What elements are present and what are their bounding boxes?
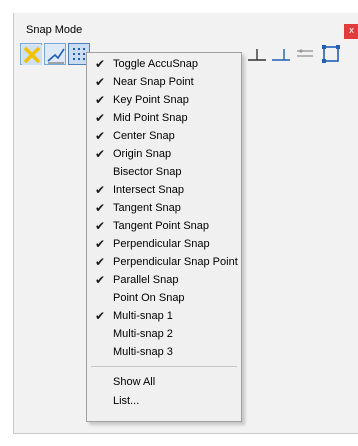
menu-item-label: Parallel Snap <box>113 274 179 286</box>
menu-item-label: Tangent Point Snap <box>113 220 210 232</box>
menu-item-show-all[interactable]: Show All <box>87 373 241 391</box>
check-icon: ✔ <box>95 111 106 125</box>
check-icon: ✔ <box>95 129 106 143</box>
close-button[interactable]: x <box>344 24 358 39</box>
check-icon: ✔ <box>95 309 106 323</box>
check-icon: ✔ <box>95 237 106 251</box>
menu-item-label: Perpendicular Snap Point <box>113 256 238 268</box>
perpendicular-point-snap-button[interactable] <box>270 43 292 65</box>
check-icon: ✔ <box>95 93 106 107</box>
menu-item-label: Tangent Snap <box>113 202 181 214</box>
menu-item-label: Multi-snap 3 <box>113 346 173 358</box>
parallel-snap-button[interactable] <box>294 43 316 65</box>
parallel-icon <box>297 49 313 57</box>
check-icon: ✔ <box>95 219 106 233</box>
window-title: Snap Mode <box>26 24 83 36</box>
menu-item-mid-point-snap[interactable]: ✔ Mid Point Snap <box>87 109 241 127</box>
menu-item-label: Show All <box>113 376 156 388</box>
check-icon: ✔ <box>95 273 106 287</box>
check-icon <box>95 289 105 307</box>
title-bar[interactable]: Snap Mode x <box>14 21 358 41</box>
snap-context-menu: ✔ Toggle AccuSnap ✔ Near Snap Point ✔ Ke… <box>86 52 242 422</box>
menu-item-perpendicular-snap[interactable]: ✔ Perpendicular Snap <box>87 235 241 253</box>
check-icon <box>95 343 105 361</box>
menu-item-label: Bisector Snap <box>113 166 182 178</box>
menu-item-parallel-snap[interactable]: ✔ Parallel Snap <box>87 271 241 289</box>
menu-item-origin-snap[interactable]: ✔ Origin Snap <box>87 145 241 163</box>
perpendicular-point-icon <box>272 49 290 61</box>
menu-item-perpendicular-snap-point[interactable]: ✔ Perpendicular Snap Point <box>87 253 241 271</box>
menu-item-label: Near Snap Point <box>113 76 194 88</box>
menu-item-center-snap[interactable]: ✔ Center Snap <box>87 127 241 145</box>
menu-item-multi-snap-1[interactable]: ✔ Multi-snap 1 <box>87 307 241 325</box>
check-icon: ✔ <box>95 255 106 269</box>
check-icon <box>95 325 105 343</box>
menu-item-toggle-accusnap[interactable]: ✔ Toggle AccuSnap <box>87 55 241 73</box>
perpendicular-icon <box>248 49 266 61</box>
check-icon <box>95 163 105 181</box>
menu-item-point-on-snap[interactable]: Point On Snap <box>87 289 241 307</box>
check-icon: ✔ <box>95 183 106 197</box>
menu-item-label: Intersect Snap <box>113 184 184 196</box>
menu-separator <box>91 366 237 367</box>
menu-item-label: List... <box>113 395 140 407</box>
check-icon: ✔ <box>95 75 106 89</box>
multi-snap-icon <box>322 45 340 63</box>
nearest-line-icon <box>47 48 65 64</box>
menu-item-label: Origin Snap <box>113 148 172 160</box>
menu-item-label: Mid Point Snap <box>113 112 188 124</box>
menu-item-multi-snap-2[interactable]: Multi-snap 2 <box>87 325 241 343</box>
menu-item-label: Point On Snap <box>113 292 185 304</box>
menu-item-intersect-snap[interactable]: ✔ Intersect Snap <box>87 181 241 199</box>
menu-item-key-point-snap[interactable]: ✔ Key Point Snap <box>87 91 241 109</box>
menu-item-list[interactable]: List... <box>87 392 241 410</box>
nearest-snap-button[interactable] <box>44 43 66 65</box>
perpendicular-snap-button[interactable] <box>246 43 268 65</box>
menu-item-near-snap-point[interactable]: ✔ Near Snap Point <box>87 73 241 91</box>
check-icon: ✔ <box>95 201 106 215</box>
menu-item-multi-snap-3[interactable]: Multi-snap 3 <box>87 343 241 361</box>
menu-item-label: Key Point Snap <box>113 94 189 106</box>
menu-item-label: Multi-snap 2 <box>113 328 173 340</box>
menu-item-label: Perpendicular Snap <box>113 238 210 250</box>
menu-item-label: Multi-snap 1 <box>113 310 173 322</box>
menu-item-tangent-point-snap[interactable]: ✔ Tangent Point Snap <box>87 217 241 235</box>
keypoint-x-icon <box>22 45 42 65</box>
menu-item-label: Center Snap <box>113 130 175 142</box>
keypoint-snap-button[interactable] <box>20 43 42 65</box>
menu-item-tangent-snap[interactable]: ✔ Tangent Snap <box>87 199 241 217</box>
multi-snap-button[interactable] <box>320 43 342 65</box>
check-icon: ✔ <box>95 57 106 71</box>
check-icon: ✔ <box>95 147 106 161</box>
menu-item-bisector-snap[interactable]: Bisector Snap <box>87 163 241 181</box>
menu-item-label: Toggle AccuSnap <box>113 58 199 70</box>
